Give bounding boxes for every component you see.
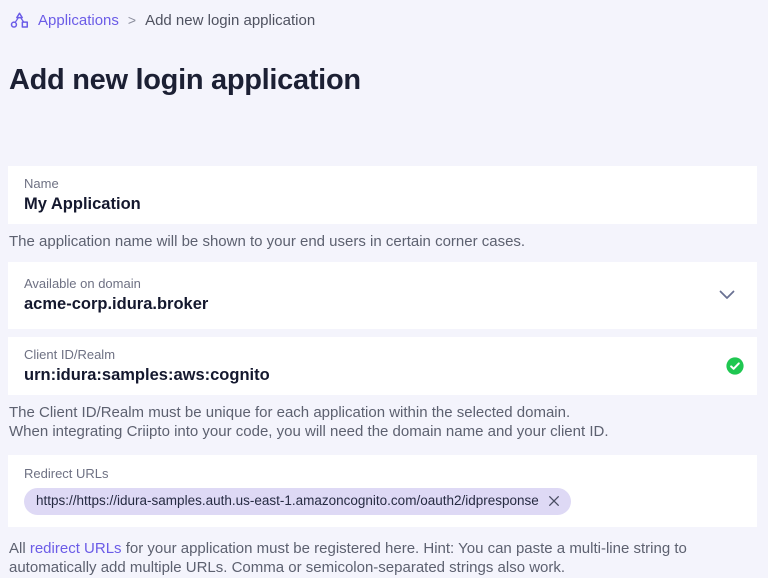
redirect-url-chip-row: https://https://idura-samples.auth.us-ea…	[24, 487, 741, 515]
redirect-urls-label: Redirect URLs	[24, 465, 109, 481]
domain-selected-value: acme-corp.idura.broker	[24, 294, 209, 313]
domain-select[interactable]: Available on domain acme-corp.idura.brok…	[8, 261, 757, 329]
redirect-urls-helper-text: All redirect URLs for your application m…	[9, 539, 758, 578]
name-label: Name	[24, 176, 59, 191]
client-id-helper-text: The Client ID/Realm must be unique for e…	[9, 403, 758, 442]
redirect-url-chip-text: https://https://idura-samples.auth.us-ea…	[36, 492, 539, 508]
client-id-input[interactable]	[24, 364, 711, 386]
name-input[interactable]	[24, 194, 741, 215]
redirect-urls-field-box[interactable]: Redirect URLs https://https://idura-samp…	[8, 454, 757, 527]
applications-icon	[10, 11, 29, 29]
redirect-helper-prefix: All	[9, 539, 30, 557]
breadcrumb: Applications > Add new login application	[0, 0, 768, 37]
breadcrumb-separator: >	[127, 12, 137, 28]
page-title: Add new login application	[9, 64, 361, 96]
chevron-down-icon[interactable]	[719, 290, 735, 300]
redirect-url-chip: https://https://idura-samples.auth.us-ea…	[24, 487, 571, 515]
breadcrumb-link-applications[interactable]: Applications	[38, 12, 119, 29]
redirect-urls-link[interactable]: redirect URLs	[30, 540, 122, 557]
close-icon[interactable]	[548, 495, 560, 507]
name-helper-text: The application name will be shown to yo…	[9, 233, 526, 250]
client-id-helper-line1: The Client ID/Realm must be unique for e…	[9, 403, 571, 421]
name-field-box[interactable]: Name	[8, 166, 757, 224]
client-id-label: Client ID/Realm	[24, 346, 116, 362]
check-circle-icon	[726, 356, 744, 375]
breadcrumb-current: Add new login application	[145, 11, 316, 29]
add-application-form: Name The application name will be shown …	[0, 166, 768, 578]
client-id-field-box[interactable]: Client ID/Realm	[8, 336, 757, 395]
client-id-helper-line2: When integrating Criipto into your code,…	[9, 423, 609, 440]
domain-label: Available on domain	[24, 275, 141, 291]
